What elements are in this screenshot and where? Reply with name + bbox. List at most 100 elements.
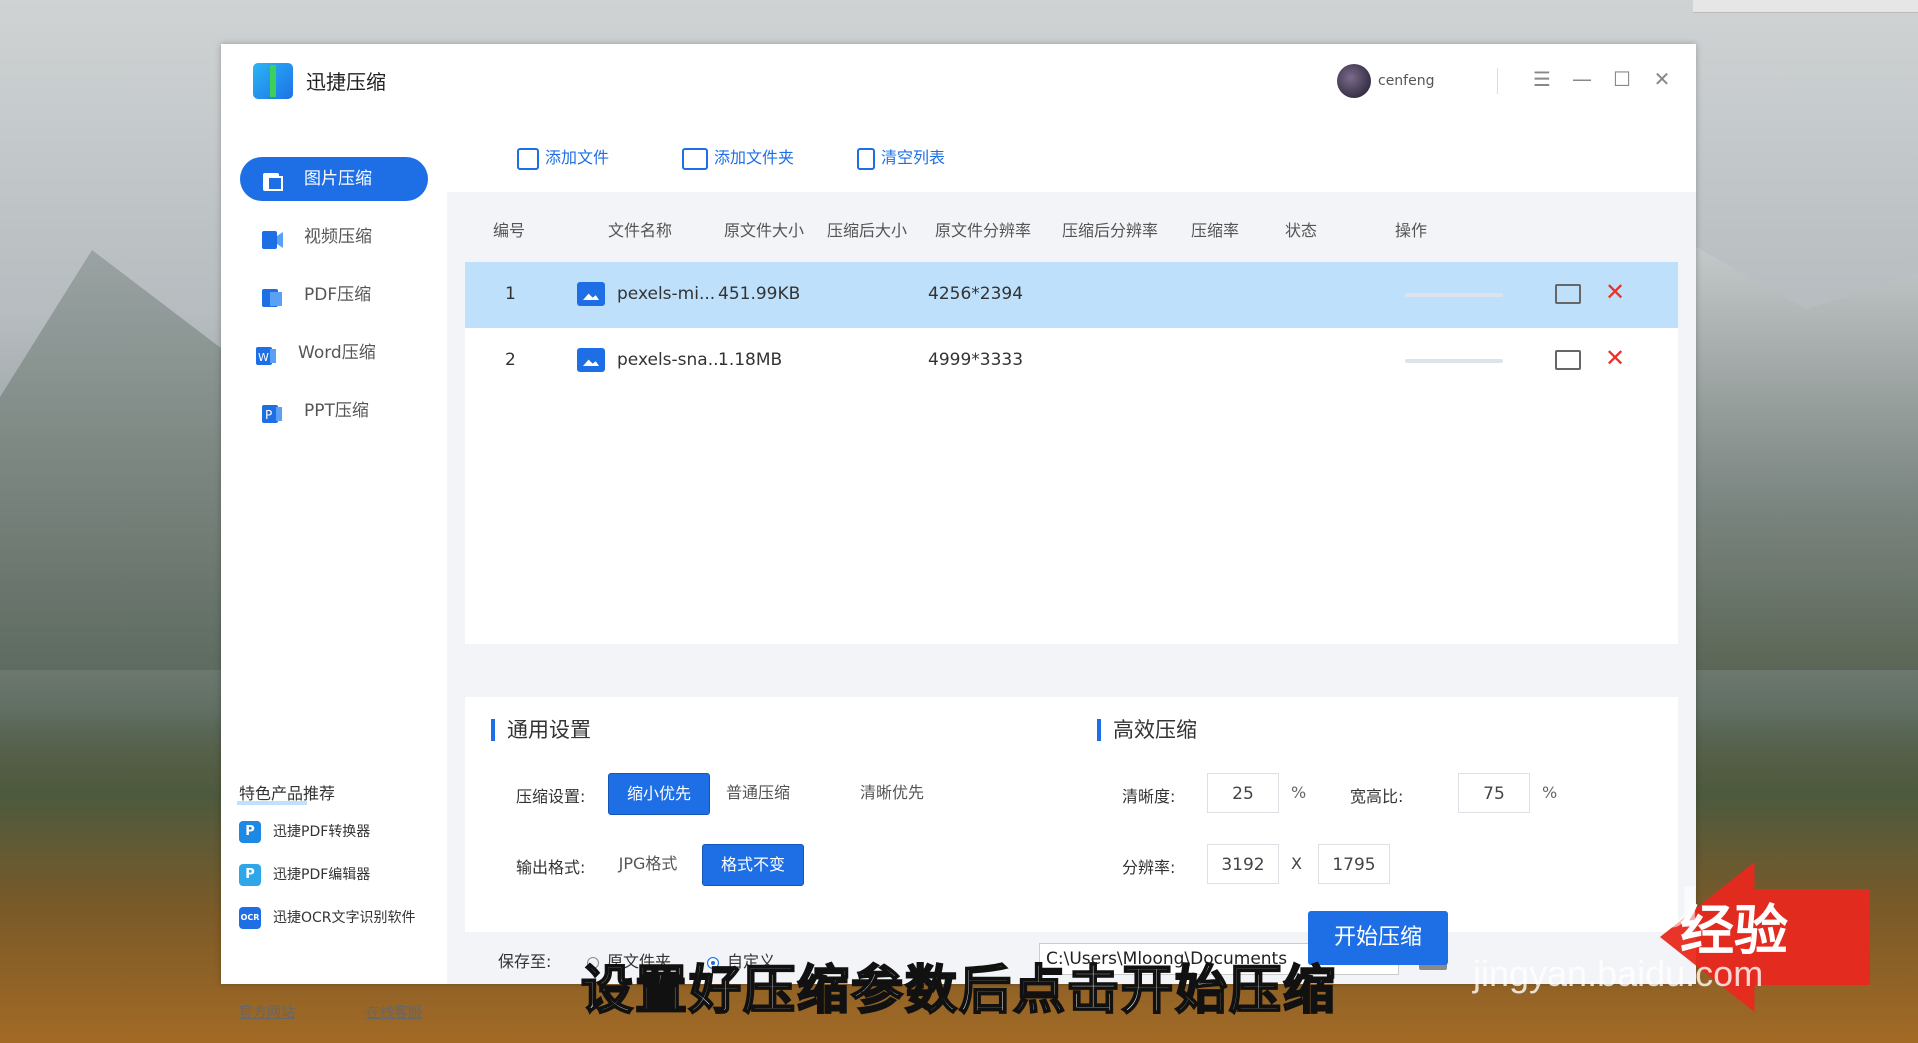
sidebar-item-label: PPT压缩: [304, 401, 369, 421]
image-file-icon: [577, 348, 605, 372]
sidebar-item-pdf-compress[interactable]: PDF压缩: [240, 273, 428, 317]
trash-icon: [857, 147, 875, 170]
col-orig-size: 原文件大小: [724, 221, 805, 240]
resolution-height-input[interactable]: 1795: [1318, 844, 1390, 884]
col-index: 编号: [493, 221, 526, 240]
word-compress-icon: W: [254, 341, 278, 365]
sidebar-item-label: Word压缩: [298, 343, 376, 363]
pdf-editor-icon: P: [239, 864, 261, 886]
col-ratio: 压缩率: [1191, 221, 1240, 240]
app-window: 迅捷压缩 cenfeng ☰ — ☐ ✕ 图片压缩 视频压缩 PDF压缩 W W…: [221, 44, 1696, 1021]
featured-item-pdf-editor[interactable]: P 迅捷PDF编辑器: [239, 864, 370, 886]
sidebar-item-label: 视频压缩: [304, 227, 372, 247]
featured-underline: [237, 801, 307, 805]
svg-text:P: P: [265, 408, 272, 422]
col-comp-size: 压缩后大小: [827, 221, 908, 240]
row-orig-size: 1.18MB: [718, 350, 783, 370]
table-header: 编号 文件名称 原文件大小 压缩后大小 原文件分辨率 压缩后分辨率 压缩率 状态…: [465, 192, 1678, 262]
minimize-icon[interactable]: —: [1569, 66, 1595, 92]
baidu-paw-icon: [1598, 842, 1678, 922]
featured-item-label: 迅捷OCR文字识别软件: [273, 910, 416, 926]
aspect-unit: %: [1542, 783, 1558, 802]
maximize-icon[interactable]: ☐: [1609, 66, 1635, 92]
svg-text:W: W: [258, 351, 269, 364]
clarity-input[interactable]: 25: [1207, 773, 1279, 813]
app-title: 迅捷压缩: [306, 70, 386, 94]
mountain-left: [0, 250, 230, 670]
video-compress-icon: [260, 225, 284, 249]
aspect-label: 宽高比:: [1350, 787, 1404, 806]
clear-list-label: 清空列表: [881, 148, 946, 167]
row-orig-res: 4256*2394: [928, 284, 1024, 304]
pdf-compress-icon: [260, 283, 284, 307]
host-window-edge: [1693, 0, 1918, 13]
sidebar-item-ppt-compress[interactable]: P PPT压缩: [240, 389, 428, 433]
delete-icon[interactable]: ✕: [1605, 278, 1625, 306]
col-orig-res: 原文件分辨率: [935, 221, 1032, 240]
add-file-label: 添加文件: [545, 148, 610, 167]
featured-item-label: 迅捷PDF编辑器: [273, 867, 371, 883]
table-row[interactable]: 1 pexels-mi... 451.99KB 4256*2394 ✕: [465, 262, 1678, 328]
row-file-name: pexels-sna...: [617, 350, 724, 370]
row-orig-size: 451.99KB: [718, 284, 801, 304]
featured-item-ocr[interactable]: OCR 迅捷OCR文字识别软件: [239, 907, 416, 929]
row-index: 2: [505, 350, 516, 370]
ocr-icon: OCR: [239, 907, 261, 929]
menu-icon[interactable]: ☰: [1529, 66, 1555, 92]
row-file-name: pexels-mi...: [617, 284, 716, 304]
row-orig-res: 4999*3333: [928, 350, 1024, 370]
resolution-width-input[interactable]: 3192: [1207, 844, 1279, 884]
compress-option-normal[interactable]: 普通压缩: [708, 773, 808, 813]
compress-option-clear[interactable]: 清晰优先: [842, 773, 942, 813]
ppt-compress-icon: P: [260, 399, 284, 423]
delete-icon[interactable]: ✕: [1605, 344, 1625, 372]
featured-item-label: 迅捷PDF转换器: [273, 824, 371, 840]
efficient-compress-title: 高效压缩: [1097, 719, 1197, 741]
user-avatar[interactable]: [1337, 64, 1371, 98]
col-name: 文件名称: [608, 221, 673, 240]
add-folder-label: 添加文件夹: [714, 148, 795, 167]
pdf-converter-icon: P: [239, 821, 261, 843]
add-folder-icon: [682, 147, 708, 170]
add-file-icon: [517, 147, 539, 170]
open-folder-icon[interactable]: [1555, 284, 1581, 304]
format-option-jpg[interactable]: JPG格式: [598, 844, 698, 884]
clarity-unit: %: [1291, 783, 1307, 802]
image-file-icon: [577, 282, 605, 306]
row-progress-bar: [1405, 359, 1503, 363]
aspect-input[interactable]: 75: [1458, 773, 1530, 813]
resolution-label: 分辨率:: [1122, 858, 1176, 877]
add-folder-button[interactable]: 添加文件夹: [682, 144, 794, 170]
row-progress-bar: [1405, 293, 1503, 297]
col-status: 状态: [1285, 221, 1318, 240]
add-file-button[interactable]: 添加文件: [517, 144, 609, 170]
image-compress-icon: [260, 167, 284, 191]
sidebar-item-image-compress[interactable]: 图片压缩: [240, 157, 428, 201]
sidebar: 图片压缩 视频压缩 PDF压缩 W Word压缩 P PPT压缩 特色产品推荐 …: [221, 117, 447, 1021]
featured-item-pdf-converter[interactable]: P 迅捷PDF转换器: [239, 821, 370, 843]
main-panel: 添加文件 添加文件夹 清空列表 编号 文件名称 原文件大小 压缩后大小 原文件分…: [447, 117, 1696, 984]
table-row[interactable]: 2 pexels-sna... 1.18MB 4999*3333 ✕: [465, 328, 1678, 394]
sidebar-item-word-compress[interactable]: W Word压缩: [240, 331, 428, 375]
compress-setting-label: 压缩设置:: [516, 787, 586, 806]
video-subtitle: 设置好压缩参数后点击开始压缩: [580, 960, 1337, 1022]
clear-list-button[interactable]: 清空列表: [857, 144, 945, 170]
title-bar: 迅捷压缩 cenfeng ☰ — ☐ ✕: [221, 44, 1696, 117]
row-index: 1: [505, 284, 516, 304]
col-actions: 操作: [1395, 221, 1428, 240]
sidebar-item-video-compress[interactable]: 视频压缩: [240, 215, 428, 259]
username[interactable]: cenfeng: [1378, 73, 1435, 89]
compress-option-smaller[interactable]: 缩小优先: [608, 773, 710, 815]
col-comp-res: 压缩后分辨率: [1062, 221, 1159, 240]
sidebar-item-label: 图片压缩: [304, 169, 372, 189]
file-table: 编号 文件名称 原文件大小 压缩后大小 原文件分辨率 压缩后分辨率 压缩率 状态…: [465, 192, 1678, 644]
clarity-label: 清晰度:: [1122, 787, 1176, 806]
open-folder-icon[interactable]: [1555, 350, 1581, 370]
resolution-separator: X: [1291, 854, 1302, 873]
toolbar: 添加文件 添加文件夹 清空列表: [447, 117, 1696, 192]
titlebar-divider: [1497, 68, 1498, 94]
format-option-keep[interactable]: 格式不变: [702, 844, 804, 886]
general-settings-title: 通用设置: [491, 719, 591, 741]
app-logo-icon: [253, 63, 293, 99]
close-icon[interactable]: ✕: [1649, 66, 1675, 92]
